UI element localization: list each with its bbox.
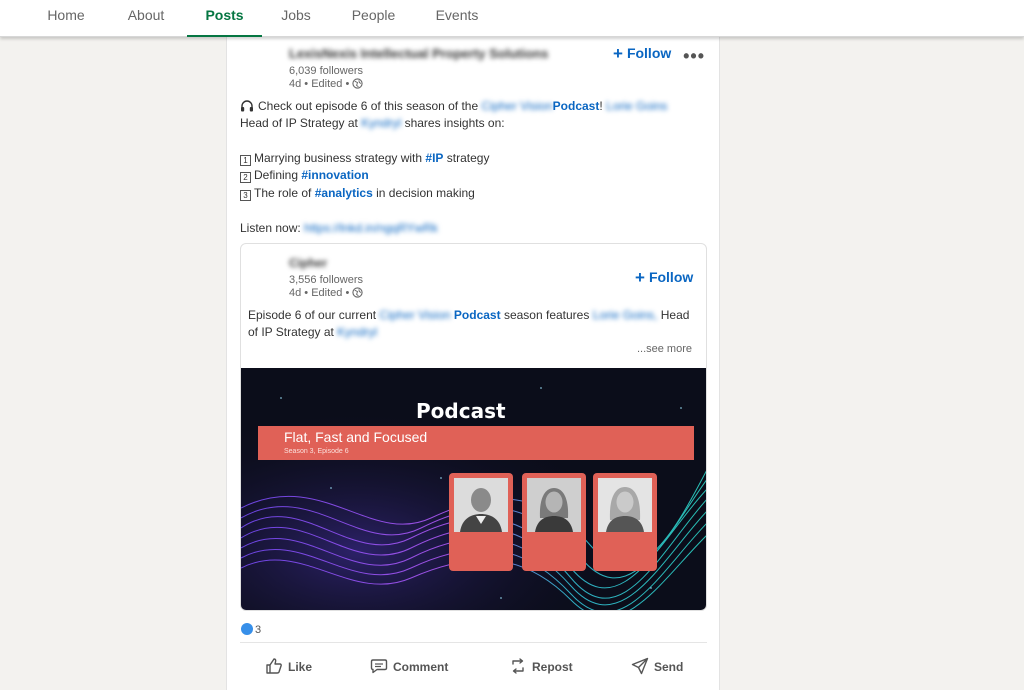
reshare-text-line-1: Episode 6 of our current Cipher Vision P… bbox=[248, 308, 690, 322]
listen-link[interactable]: https://lnkd.in/ngqRYwRk bbox=[304, 221, 438, 235]
man-portrait-icon bbox=[454, 478, 508, 532]
see-more-link[interactable]: ...see more bbox=[637, 343, 692, 355]
company-page-tabs: Home About Posts Jobs People Events bbox=[0, 0, 1024, 37]
guest-card bbox=[449, 473, 513, 571]
woman-portrait-icon bbox=[598, 478, 652, 532]
list-item: 3 The role of #analytics in decision maki… bbox=[240, 185, 475, 202]
guest-card bbox=[593, 473, 657, 571]
post-text-line-1: Check out episode 6 of this season of th… bbox=[240, 98, 667, 115]
woman-portrait-icon bbox=[527, 478, 581, 532]
divider bbox=[240, 642, 707, 643]
thumbs-up-icon bbox=[266, 658, 282, 674]
comment-icon bbox=[370, 659, 388, 674]
tab-about[interactable]: About bbox=[113, 0, 179, 37]
hashtag-innovation[interactable]: #innovation bbox=[301, 168, 368, 182]
send-icon bbox=[631, 657, 649, 675]
list-item: 2 Defining #innovation bbox=[240, 167, 369, 184]
post-text-line-2: Head of IP Strategy at Kyndryl shares in… bbox=[240, 116, 505, 130]
keycap-3-icon: 3 bbox=[240, 190, 251, 201]
reshare-podcast-link[interactable]: Cipher Vision bbox=[379, 308, 450, 322]
reshared-post[interactable]: Cipher 3,556 followers 4d • Edited • + Fo… bbox=[240, 243, 707, 611]
plus-icon: + bbox=[613, 44, 623, 63]
tab-posts[interactable]: Posts bbox=[187, 0, 262, 37]
keycap-1-icon: 1 bbox=[240, 155, 251, 166]
company-mention[interactable]: Kyndryl bbox=[361, 116, 401, 130]
guest-photo bbox=[527, 478, 581, 532]
episode-subtitle: Season 3, Episode 6 bbox=[284, 448, 349, 455]
reshare-author-name[interactable]: Cipher bbox=[289, 256, 327, 270]
post-author-name[interactable]: LexisNexis Intellectual Property Solutio… bbox=[289, 46, 548, 61]
feed-post-card: LexisNexis Intellectual Property Solutio… bbox=[226, 37, 720, 690]
reshare-company-mention[interactable]: Kyndryl bbox=[337, 325, 377, 339]
send-button[interactable]: Send bbox=[631, 657, 683, 675]
tab-jobs[interactable]: Jobs bbox=[270, 0, 322, 37]
podcast-title: Podcast bbox=[416, 399, 506, 423]
repost-icon bbox=[512, 658, 524, 674]
reshare-guest-mention[interactable]: Lorie Goins, bbox=[593, 308, 658, 322]
guest-mention[interactable]: Lorie Goins bbox=[606, 99, 667, 113]
keycap-2-icon: 2 bbox=[240, 172, 251, 183]
reshare-podcast-hashtag[interactable]: Podcast bbox=[454, 308, 501, 322]
globe-icon bbox=[352, 287, 363, 298]
plus-icon: + bbox=[635, 268, 645, 287]
like-button[interactable]: Like bbox=[265, 657, 312, 675]
guest-card bbox=[522, 473, 586, 571]
reshare-text-line-2: of IP Strategy at Kyndryl bbox=[248, 325, 378, 339]
comment-button[interactable]: Comment bbox=[370, 657, 448, 675]
hashtag-ip[interactable]: #IP bbox=[425, 151, 443, 165]
post-timestamp: 4d • Edited • bbox=[289, 78, 363, 90]
episode-title: Flat, Fast and Focused bbox=[284, 429, 428, 445]
reshare-follow-button[interactable]: + Follow bbox=[635, 268, 693, 288]
follow-button[interactable]: + Follow bbox=[613, 44, 671, 64]
hashtag-analytics[interactable]: #analytics bbox=[315, 186, 373, 200]
post-text-listen: Listen now: https://lnkd.in/ngqRYwRk bbox=[240, 221, 438, 235]
like-reaction-icon bbox=[241, 623, 253, 635]
post-author-followers: 6,039 followers bbox=[289, 65, 363, 77]
reactions-count[interactable]: 3 bbox=[241, 623, 261, 636]
podcast-episode-image[interactable]: Podcast Flat, Fast and Focused Season 3,… bbox=[241, 368, 706, 610]
reshare-timestamp: 4d • Edited • bbox=[289, 287, 363, 299]
podcast-hashtag[interactable]: Podcast bbox=[553, 99, 600, 113]
globe-icon bbox=[352, 78, 363, 89]
guest-photo bbox=[598, 478, 652, 532]
headphones-icon bbox=[241, 100, 253, 112]
tab-home[interactable]: Home bbox=[34, 0, 98, 37]
more-options-icon[interactable]: ••• bbox=[683, 46, 705, 67]
tab-people[interactable]: People bbox=[340, 0, 407, 37]
reshare-followers: 3,556 followers bbox=[289, 274, 363, 286]
episode-banner: Flat, Fast and Focused Season 3, Episode… bbox=[258, 426, 694, 460]
tab-events[interactable]: Events bbox=[424, 0, 490, 37]
guest-photo bbox=[454, 478, 508, 532]
podcast-link[interactable]: Cipher Vision bbox=[482, 99, 553, 113]
list-item: 1 Marrying business strategy with #IP str… bbox=[240, 150, 489, 167]
repost-button[interactable]: Repost bbox=[509, 657, 573, 675]
